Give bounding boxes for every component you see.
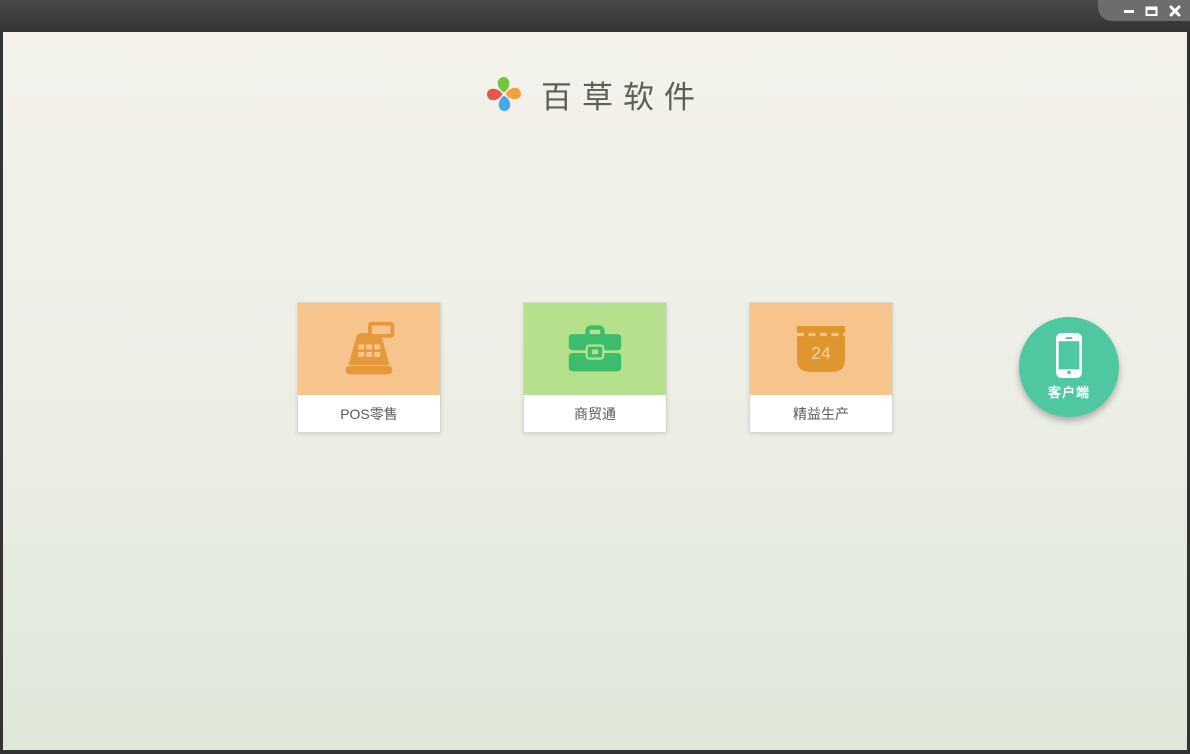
client-button-label: 客户端 <box>1047 385 1090 400</box>
titlebar[interactable] <box>0 0 1190 32</box>
product-label-trade: 商贸通 <box>524 395 666 432</box>
product-card-pos[interactable]: POS零售 <box>297 302 441 432</box>
briefcase-icon <box>568 325 622 372</box>
product-label-pos: POS零售 <box>298 395 440 432</box>
smartphone-icon <box>1056 333 1082 378</box>
maximize-button[interactable] <box>1144 4 1159 18</box>
app-window: 百草软件 POS零售 商贸通 24 精益生产 客户端 <box>0 0 1190 754</box>
pinwheel-logo-icon <box>487 77 521 111</box>
product-card-trade[interactable]: 商贸通 <box>523 302 667 432</box>
cash-register-icon <box>345 321 395 375</box>
minimize-icon <box>1123 9 1134 13</box>
brand-header: 百草软件 <box>3 32 1187 142</box>
product-label-lean: 精益生产 <box>750 395 892 432</box>
app-title: 百草软件 <box>541 79 705 116</box>
calendar-day-text: 24 <box>811 343 831 363</box>
close-button[interactable] <box>1167 4 1182 18</box>
close-icon <box>1169 5 1180 16</box>
calendar-icon: 24 <box>797 326 845 372</box>
main-content: 百草软件 POS零售 商贸通 24 精益生产 客户端 <box>3 32 1187 750</box>
maximize-icon <box>1145 6 1158 16</box>
window-controls <box>1098 0 1190 21</box>
product-tile-pos <box>298 303 440 395</box>
minimize-button[interactable] <box>1121 4 1136 18</box>
product-tile-trade <box>524 303 666 395</box>
product-card-lean[interactable]: 24 精益生产 <box>749 302 893 432</box>
product-tile-lean: 24 <box>750 303 892 395</box>
client-button[interactable]: 客户端 <box>1019 317 1119 417</box>
